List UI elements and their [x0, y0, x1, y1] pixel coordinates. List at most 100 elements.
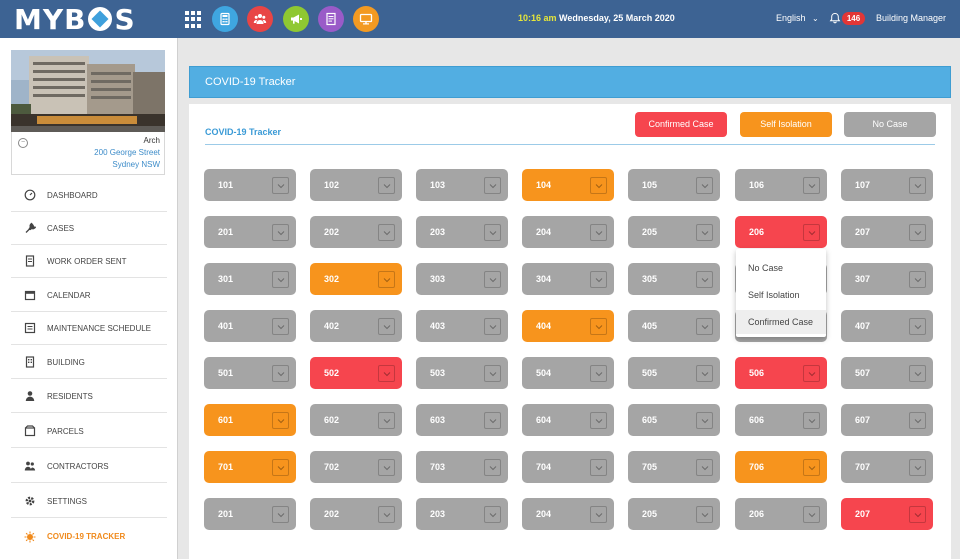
chevron-down-icon[interactable]	[272, 459, 289, 476]
chevron-down-icon[interactable]	[696, 365, 713, 382]
chevron-down-icon[interactable]	[909, 459, 926, 476]
chevron-down-icon[interactable]	[590, 318, 607, 335]
app-grid-icon[interactable]	[185, 11, 202, 28]
chevron-down-icon[interactable]	[696, 459, 713, 476]
option-no-case[interactable]: No Case	[736, 256, 826, 280]
bell-icon[interactable]	[829, 12, 841, 24]
chevron-down-icon[interactable]	[803, 506, 820, 523]
unit-307-tile[interactable]: 307	[841, 263, 933, 295]
unit-603-tile[interactable]: 603	[416, 404, 508, 436]
chevron-down-icon[interactable]	[909, 271, 926, 288]
unit-103-tile[interactable]: 103	[416, 169, 508, 201]
unit-407-tile[interactable]: 407	[841, 310, 933, 342]
chevron-down-icon[interactable]	[590, 177, 607, 194]
unit-402-tile[interactable]: 402	[310, 310, 402, 342]
confirmed-case-button[interactable]: Confirmed Case	[635, 112, 727, 137]
chevron-down-icon[interactable]	[590, 459, 607, 476]
chevron-down-icon[interactable]	[484, 177, 501, 194]
chevron-down-icon[interactable]	[272, 318, 289, 335]
chevron-down-icon[interactable]	[272, 506, 289, 523]
unit-707-tile[interactable]: 707	[841, 451, 933, 483]
chevron-down-icon[interactable]	[272, 271, 289, 288]
calculator-icon[interactable]	[212, 6, 238, 32]
unit-301-tile[interactable]: 301	[204, 263, 296, 295]
unit-605-tile[interactable]: 605	[628, 404, 720, 436]
language-selector[interactable]: English ⌄	[776, 13, 819, 23]
document-icon[interactable]	[318, 6, 344, 32]
unit-201-tile[interactable]: 201	[204, 216, 296, 248]
people-icon[interactable]	[247, 6, 273, 32]
chevron-down-icon[interactable]	[803, 224, 820, 241]
unit-202-tile[interactable]: 202	[310, 216, 402, 248]
unit-704-tile[interactable]: 704	[522, 451, 614, 483]
chevron-down-icon[interactable]	[696, 412, 713, 429]
chevron-down-icon[interactable]	[696, 271, 713, 288]
collapse-icon[interactable]: −	[18, 138, 28, 148]
unit-303-tile[interactable]: 303	[416, 263, 508, 295]
unit-304-tile[interactable]: 304	[522, 263, 614, 295]
unit-207-tile[interactable]: 207	[841, 498, 933, 530]
chevron-down-icon[interactable]	[272, 365, 289, 382]
chevron-down-icon[interactable]	[484, 224, 501, 241]
self-isolation-button[interactable]: Self Isolation	[740, 112, 832, 137]
unit-403-tile[interactable]: 403	[416, 310, 508, 342]
sidebar-item-maintenance-schedule[interactable]: Maintenance Schedule	[11, 312, 167, 345]
chevron-down-icon[interactable]	[803, 459, 820, 476]
unit-502-tile[interactable]: 502	[310, 357, 402, 389]
unit-602-tile[interactable]: 602	[310, 404, 402, 436]
unit-507-tile[interactable]: 507	[841, 357, 933, 389]
unit-207-tile[interactable]: 207	[841, 216, 933, 248]
option-confirmed-case[interactable]: Confirmed Case	[736, 310, 826, 334]
monitor-icon[interactable]	[353, 6, 379, 32]
option-self-isolation[interactable]: Self Isolation	[736, 283, 826, 307]
user-menu[interactable]: Building Manager	[876, 13, 946, 23]
chevron-down-icon[interactable]	[803, 412, 820, 429]
sidebar-item-cases[interactable]: Cases	[11, 212, 167, 245]
sidebar-item-work-order-sent[interactable]: Work Order Sent	[11, 245, 167, 278]
sidebar-item-parcels[interactable]: Parcels	[11, 415, 167, 448]
unit-201-tile[interactable]: 201	[204, 498, 296, 530]
unit-606-tile[interactable]: 606	[735, 404, 827, 436]
unit-504-tile[interactable]: 504	[522, 357, 614, 389]
chevron-down-icon[interactable]	[484, 459, 501, 476]
unit-104-tile[interactable]: 104	[522, 169, 614, 201]
unit-401-tile[interactable]: 401	[204, 310, 296, 342]
unit-701-tile[interactable]: 701	[204, 451, 296, 483]
chevron-down-icon[interactable]	[484, 365, 501, 382]
megaphone-icon[interactable]	[283, 6, 309, 32]
chevron-down-icon[interactable]	[378, 506, 395, 523]
chevron-down-icon[interactable]	[378, 459, 395, 476]
chevron-down-icon[interactable]	[909, 318, 926, 335]
unit-206-tile[interactable]: 206	[735, 216, 827, 248]
chevron-down-icon[interactable]	[484, 412, 501, 429]
unit-302-tile[interactable]: 302	[310, 263, 402, 295]
unit-501-tile[interactable]: 501	[204, 357, 296, 389]
unit-305-tile[interactable]: 305	[628, 263, 720, 295]
chevron-down-icon[interactable]	[590, 506, 607, 523]
chevron-down-icon[interactable]	[272, 412, 289, 429]
sidebar-item-covid-19-tracker[interactable]: COVID-19 Tracker	[11, 520, 167, 553]
chevron-down-icon[interactable]	[378, 224, 395, 241]
chevron-down-icon[interactable]	[909, 177, 926, 194]
unit-205-tile[interactable]: 205	[628, 498, 720, 530]
chevron-down-icon[interactable]	[378, 177, 395, 194]
unit-105-tile[interactable]: 105	[628, 169, 720, 201]
notification-badge[interactable]: 146	[842, 12, 865, 25]
chevron-down-icon[interactable]	[909, 506, 926, 523]
sidebar-item-contractors[interactable]: Contractors	[11, 450, 167, 483]
chevron-down-icon[interactable]	[696, 177, 713, 194]
unit-503-tile[interactable]: 503	[416, 357, 508, 389]
unit-601-tile[interactable]: 601	[204, 404, 296, 436]
sidebar-item-building[interactable]: Building	[11, 346, 167, 379]
chevron-down-icon[interactable]	[590, 365, 607, 382]
chevron-down-icon[interactable]	[803, 177, 820, 194]
sidebar-item-calendar[interactable]: Calendar	[11, 279, 167, 312]
unit-203-tile[interactable]: 203	[416, 216, 508, 248]
sidebar-item-residents[interactable]: Residents	[11, 380, 167, 413]
unit-506-tile[interactable]: 506	[735, 357, 827, 389]
chevron-down-icon[interactable]	[696, 224, 713, 241]
unit-703-tile[interactable]: 703	[416, 451, 508, 483]
chevron-down-icon[interactable]	[696, 318, 713, 335]
chevron-down-icon[interactable]	[590, 271, 607, 288]
chevron-down-icon[interactable]	[909, 365, 926, 382]
